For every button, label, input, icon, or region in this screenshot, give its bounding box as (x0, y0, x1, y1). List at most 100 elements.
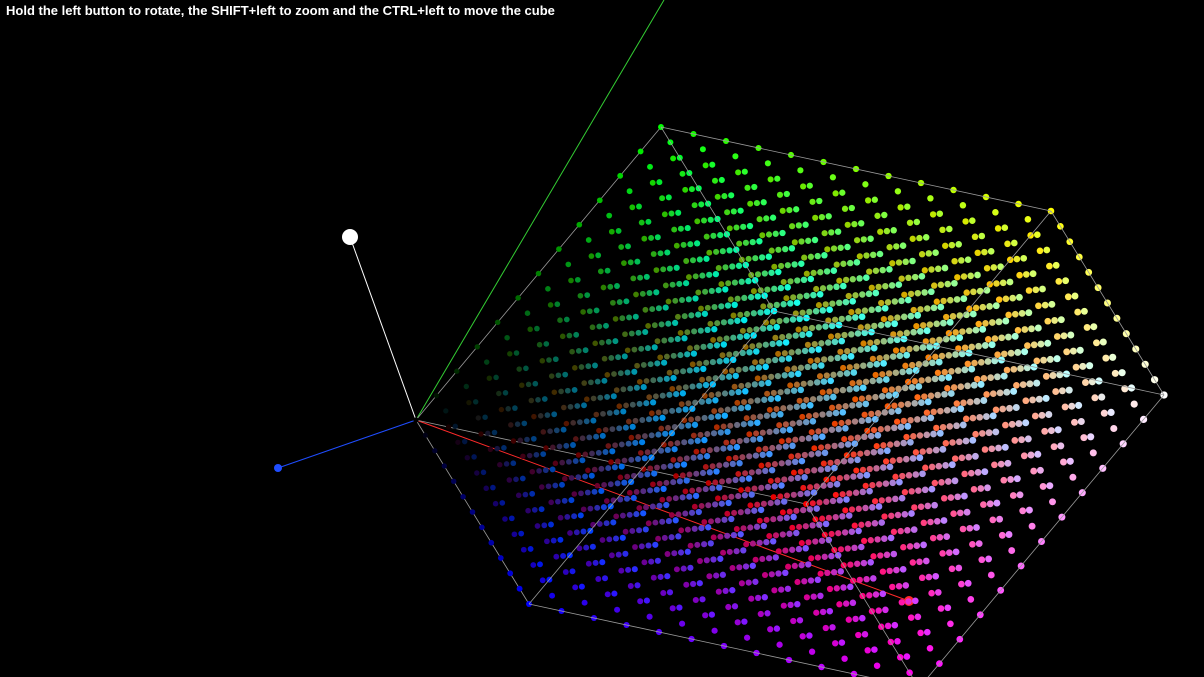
color-point (956, 334, 964, 342)
color-point (769, 214, 777, 221)
color-point (989, 412, 997, 420)
color-point (867, 235, 874, 242)
color-point (980, 375, 988, 382)
color-point (613, 409, 620, 416)
color-point (1014, 348, 1022, 356)
color-point (789, 223, 796, 230)
color-point (1046, 262, 1053, 270)
color-point (697, 453, 704, 460)
color-point (684, 526, 691, 533)
color-point (742, 239, 749, 246)
color-point (770, 389, 777, 396)
color-point (763, 412, 771, 419)
color-point (718, 303, 725, 310)
color-point (729, 564, 736, 572)
color-point (793, 507, 800, 514)
color-point (820, 356, 828, 363)
color-point (846, 490, 853, 497)
color-point (869, 251, 877, 259)
color-point (981, 248, 988, 256)
rgb-cube-scene[interactable] (0, 0, 1204, 677)
color-point (914, 416, 921, 423)
color-point (870, 344, 878, 352)
color-point (919, 344, 927, 351)
color-point (644, 471, 651, 478)
color-point (811, 445, 818, 452)
color-point (743, 437, 750, 444)
color-point (661, 534, 668, 541)
color-point (860, 236, 867, 243)
color-point (963, 508, 971, 516)
color-point (848, 528, 856, 535)
color-point (765, 379, 772, 387)
color-point (734, 399, 741, 406)
color-point (817, 570, 824, 577)
color-point (854, 456, 861, 464)
color-point (795, 326, 802, 333)
color-point (733, 526, 740, 532)
color-point (883, 458, 890, 465)
color-point (762, 341, 769, 348)
color-point (584, 292, 591, 298)
color-point (913, 345, 920, 352)
color-point (703, 255, 710, 262)
color-point (773, 428, 780, 435)
color-point (754, 501, 761, 508)
color-point (891, 402, 898, 409)
color-point (776, 641, 783, 648)
color-point (643, 400, 650, 407)
color-point (1066, 457, 1074, 465)
color-point (751, 381, 758, 388)
color-point (746, 222, 754, 230)
color-point (958, 454, 966, 462)
color-point (655, 431, 662, 438)
color-point (893, 243, 900, 250)
color-point (624, 369, 631, 376)
color-point (682, 510, 689, 517)
color-point (911, 504, 918, 511)
color-point (716, 358, 723, 365)
color-point (907, 312, 915, 320)
color-point (677, 456, 684, 463)
color-point (700, 365, 707, 373)
color-point (715, 588, 722, 595)
color-point (1102, 354, 1110, 362)
color-point (567, 403, 574, 410)
color-point (897, 527, 904, 535)
color-point (783, 492, 791, 499)
color-point (797, 167, 804, 174)
color-point (559, 481, 565, 488)
color-point (794, 578, 801, 586)
color-point (868, 306, 875, 314)
color-point (820, 378, 828, 385)
color-point (619, 512, 626, 519)
color-point (938, 352, 946, 360)
color-point (862, 400, 870, 408)
color-point (493, 374, 499, 381)
color-point (959, 328, 966, 335)
color-point (837, 546, 845, 553)
color-point (1019, 507, 1027, 515)
color-point (748, 595, 755, 602)
color-point (672, 319, 679, 326)
color-point (1041, 301, 1049, 309)
color-point (569, 348, 575, 355)
color-point (577, 292, 584, 299)
color-point (953, 400, 961, 407)
color-point (766, 324, 774, 332)
color-point (1036, 247, 1044, 255)
color-point (690, 432, 697, 439)
color-point (710, 232, 717, 239)
3d-viewport[interactable]: Hold the left button to rotate, the SHIF… (0, 0, 1204, 677)
color-point (715, 495, 721, 502)
color-point (1036, 466, 1044, 474)
color-point (814, 554, 822, 561)
color-point (1109, 353, 1117, 361)
color-point (826, 284, 833, 291)
color-point (939, 423, 947, 431)
color-point (969, 414, 977, 422)
color-point (1028, 325, 1035, 333)
color-point (911, 378, 918, 385)
color-point (622, 550, 629, 557)
color-point (497, 461, 503, 468)
